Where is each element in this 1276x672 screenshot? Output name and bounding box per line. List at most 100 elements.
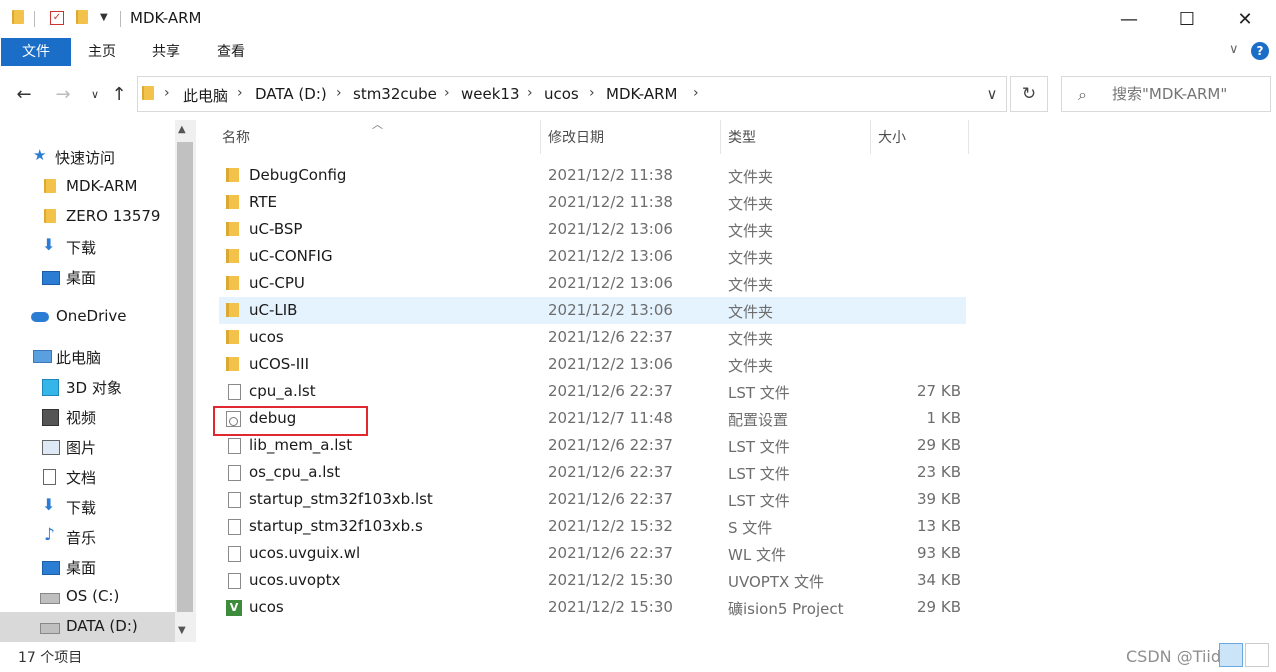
chevron-right-icon[interactable]: › — [444, 85, 450, 101]
folder-icon — [226, 195, 239, 209]
chevron-right-icon[interactable]: › — [589, 85, 595, 101]
breadcrumb-week13[interactable]: week13 — [461, 85, 520, 103]
breadcrumb-mdk-arm[interactable]: MDK-ARM — [606, 85, 677, 103]
chevron-right-icon[interactable]: › — [693, 85, 699, 101]
chevron-down-icon[interactable]: ▼ — [100, 12, 116, 28]
nav-item-downloads-2[interactable]: ⬇ 下载 — [0, 492, 175, 522]
file-row[interactable]: cpu_a.lst 2021/12/6 22:37 LST 文件 27 KB — [219, 378, 966, 405]
tab-view[interactable]: 查看 — [201, 38, 261, 66]
maximize-button[interactable]: ☐ — [1158, 0, 1216, 38]
computer-icon — [33, 350, 52, 363]
tab-share[interactable]: 共享 — [136, 38, 196, 66]
sort-ascending-icon: ︿ — [372, 118, 383, 131]
up-button[interactable]: ↑ — [107, 82, 131, 106]
uvision-icon: V — [226, 600, 242, 616]
chevron-right-icon[interactable]: › — [237, 85, 243, 101]
file-row[interactable]: V ucos 2021/12/2 15:30 礦ision5 Project 2… — [219, 594, 966, 621]
status-item-count: 17 个项目 — [18, 650, 83, 666]
star-icon: ★ — [33, 146, 47, 164]
back-button[interactable]: ← — [12, 82, 36, 106]
column-header-type[interactable]: 类型 — [728, 125, 756, 151]
divider — [120, 11, 121, 27]
file-row[interactable]: DebugConfig 2021/12/2 11:38 文件夹 — [219, 162, 966, 189]
file-row[interactable]: RTE 2021/12/2 11:38 文件夹 — [219, 189, 966, 216]
nav-item-3d-objects[interactable]: 3D 对象 — [0, 372, 175, 402]
file-row[interactable]: startup_stm32f103xb.s 2021/12/2 15:32 S … — [219, 513, 966, 540]
nav-item-pictures[interactable]: 图片 — [0, 432, 175, 462]
column-divider[interactable] — [540, 120, 541, 154]
nav-item-this-pc[interactable]: 此电脑 — [0, 342, 175, 372]
large-icons-view-button[interactable] — [1245, 643, 1269, 667]
breadcrumb-stm32cube[interactable]: stm32cube — [353, 85, 437, 103]
file-icon — [228, 465, 241, 481]
folder-icon — [226, 303, 239, 317]
nav-item-desktop[interactable]: 桌面 — [0, 262, 175, 292]
tab-file[interactable]: 文件 — [1, 38, 71, 66]
music-icon: ♪ — [44, 525, 55, 545]
file-row[interactable]: uC-BSP 2021/12/2 13:06 文件夹 — [219, 216, 966, 243]
file-row[interactable]: os_cpu_a.lst 2021/12/6 22:37 LST 文件 23 K… — [219, 459, 966, 486]
search-box[interactable]: ⌕ — [1061, 76, 1271, 112]
drive-icon — [40, 593, 60, 604]
search-input[interactable] — [1112, 85, 1262, 103]
column-divider[interactable] — [870, 120, 871, 154]
nav-item-desktop-2[interactable]: 桌面 — [0, 552, 175, 582]
file-row-hovered[interactable]: uC-LIB 2021/12/2 13:06 文件夹 — [219, 297, 966, 324]
video-icon — [42, 409, 59, 426]
nav-item-music[interactable]: ♪ 音乐 — [0, 522, 175, 552]
new-folder-icon[interactable] — [76, 10, 92, 26]
details-view-button[interactable] — [1219, 643, 1243, 667]
file-row[interactable]: ucos.uvoptx 2021/12/2 15:30 UVOPTX 文件 34… — [219, 567, 966, 594]
nav-item-data-d[interactable]: DATA (D:) — [0, 612, 175, 642]
chevron-right-icon[interactable]: › — [164, 85, 170, 101]
breadcrumb-ucos[interactable]: ucos — [544, 85, 579, 103]
tab-home[interactable]: 主页 — [72, 38, 132, 66]
column-header-date[interactable]: 修改日期 — [548, 125, 604, 151]
breadcrumb-this-pc[interactable]: 此电脑 — [183, 85, 228, 106]
nav-scrollbar-thumb[interactable] — [177, 142, 193, 612]
download-icon: ⬇ — [42, 235, 56, 254]
nav-item-downloads[interactable]: ⬇ 下载 — [0, 232, 175, 262]
file-row[interactable]: startup_stm32f103xb.lst 2021/12/6 22:37 … — [219, 486, 966, 513]
cube-icon — [42, 379, 59, 396]
file-row[interactable]: ucos 2021/12/6 22:37 文件夹 — [219, 324, 966, 351]
file-row[interactable]: ucos.uvguix.wl 2021/12/6 22:37 WL 文件 93 … — [219, 540, 966, 567]
file-row[interactable]: lib_mem_a.lst 2021/12/6 22:37 LST 文件 29 … — [219, 432, 966, 459]
download-icon: ⬇ — [42, 495, 56, 514]
folder-icon — [12, 10, 28, 26]
scroll-up-icon[interactable]: ▲ — [178, 124, 186, 135]
forward-button[interactable]: → — [51, 82, 75, 106]
recent-locations-button[interactable]: ∨ — [83, 82, 107, 106]
nav-item-os-c[interactable]: OS (C:) — [0, 582, 175, 612]
column-divider[interactable] — [968, 120, 969, 154]
nav-item-onedrive[interactable]: OneDrive — [0, 302, 175, 332]
desktop-icon — [42, 271, 60, 285]
nav-item-documents[interactable]: 文档 — [0, 462, 175, 492]
nav-item-zero[interactable]: ZERO 13579 — [0, 202, 175, 232]
chevron-right-icon[interactable]: › — [336, 85, 342, 101]
properties-icon[interactable]: ✓ — [50, 11, 64, 25]
folder-icon — [44, 179, 60, 195]
file-row[interactable]: uC-CPU 2021/12/2 13:06 文件夹 — [219, 270, 966, 297]
chevron-right-icon[interactable]: › — [527, 85, 533, 101]
help-icon[interactable]: ? — [1251, 42, 1269, 60]
nav-item-videos[interactable]: 视频 — [0, 402, 175, 432]
file-icon — [228, 573, 241, 589]
chevron-down-icon[interactable]: ∨ — [1229, 42, 1239, 57]
column-divider[interactable] — [720, 120, 721, 154]
minimize-button[interactable]: — — [1100, 0, 1158, 38]
breadcrumb-data-drive[interactable]: DATA (D:) — [255, 85, 327, 103]
file-row[interactable]: uCOS-III 2021/12/2 13:06 文件夹 — [219, 351, 966, 378]
scroll-down-icon[interactable]: ▼ — [178, 625, 186, 636]
file-row[interactable]: uC-CONFIG 2021/12/2 13:06 文件夹 — [219, 243, 966, 270]
column-header-size[interactable]: 大小 — [878, 125, 906, 151]
address-dropdown-button[interactable]: ∨ — [978, 76, 1006, 112]
annotation-highlight-box — [213, 406, 368, 436]
folder-icon — [226, 276, 239, 290]
nav-item-quick-access[interactable]: ★ 快速访问 — [0, 142, 175, 172]
column-header-name[interactable]: 名称 — [222, 125, 250, 151]
refresh-button[interactable]: ↻ — [1010, 76, 1048, 112]
close-button[interactable]: ✕ — [1216, 0, 1274, 38]
nav-item-mdk-arm[interactable]: MDK-ARM — [0, 172, 175, 202]
folder-icon — [226, 168, 239, 182]
